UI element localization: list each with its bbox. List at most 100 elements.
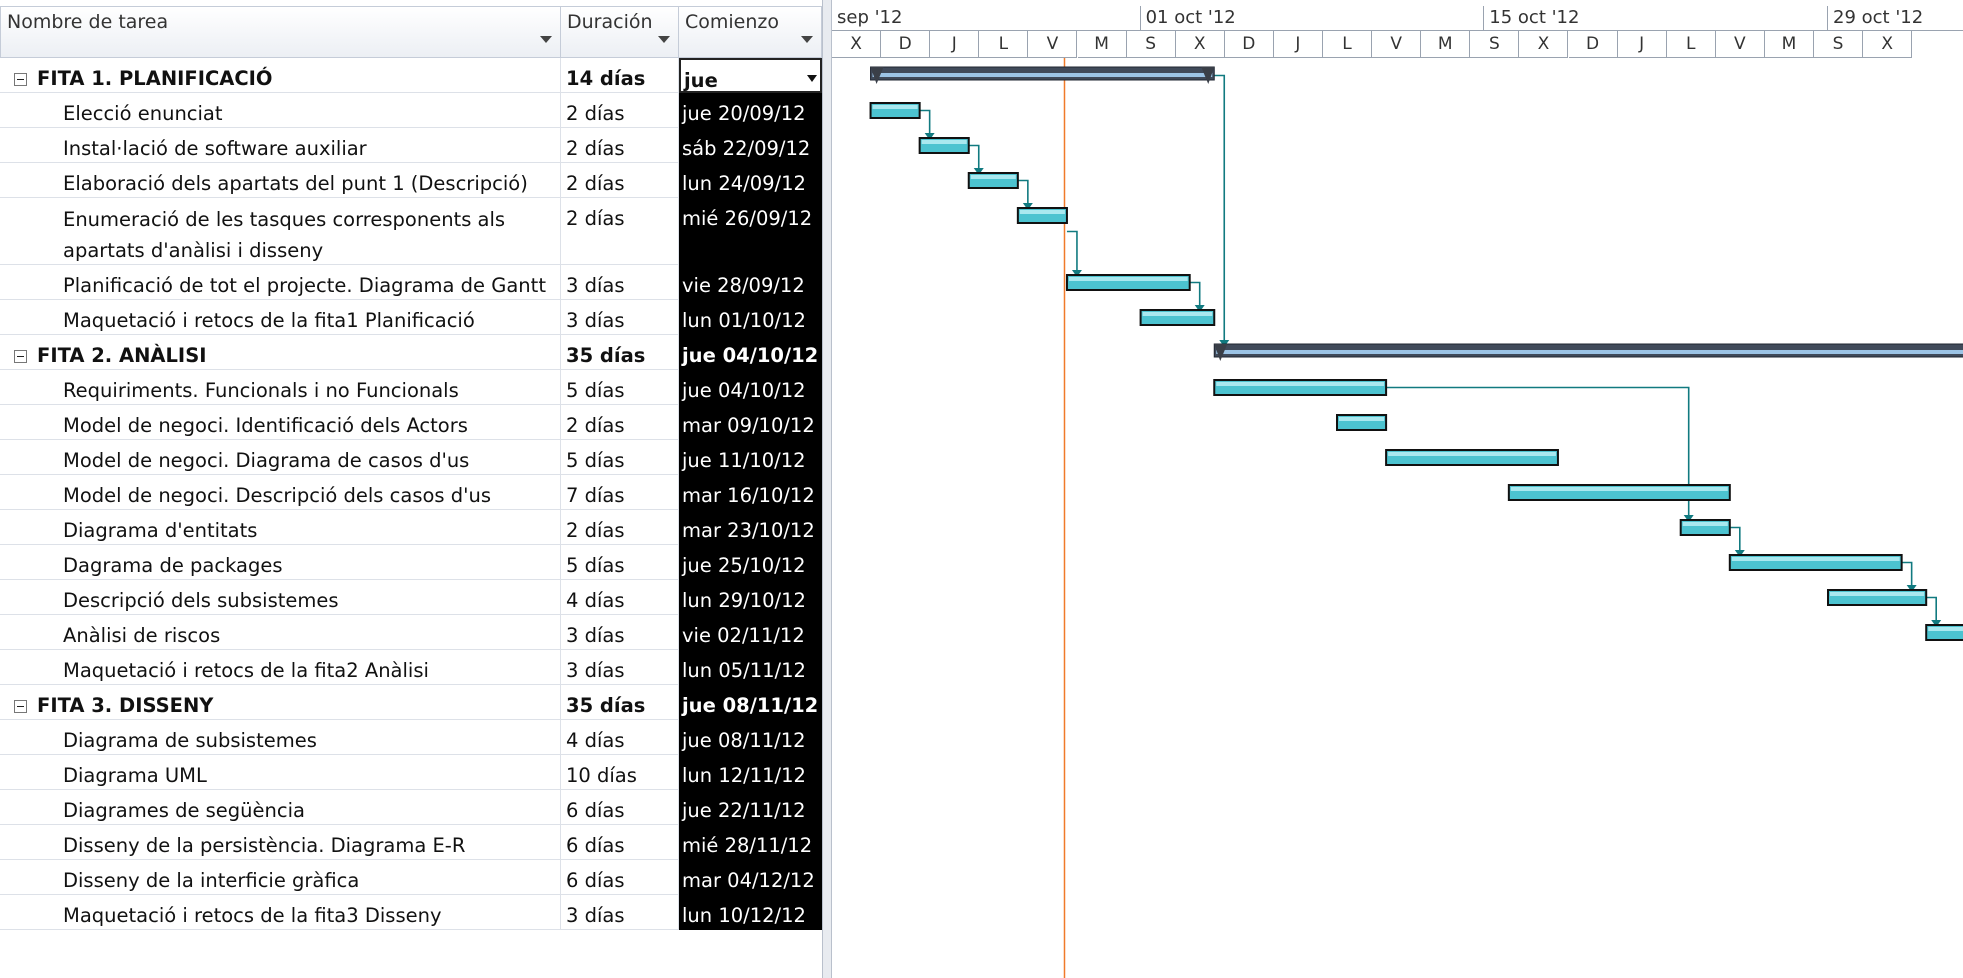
task-row[interactable]: Maquetació i retocs de la fita2 Anàlisi 3… [0,650,822,685]
start-date-cell[interactable]: jue 08/11/12 [679,720,822,755]
start-date-cell[interactable]: vie 02/11/12 [679,615,822,650]
task-row[interactable]: Enumeració de les tasques corresponents … [0,198,822,265]
task-name-cell[interactable]: Model de negoci. Descripció dels casos d… [0,475,561,510]
start-date-cell[interactable]: mié 28/11/12 [679,825,822,860]
task-row[interactable]: Diagrama UML 10 días lun 12/11/12 [0,755,822,790]
task-row[interactable]: Diagrama d'entitats 2 días mar 23/10/12 [0,510,822,545]
task-name-cell[interactable]: FITA 2. ANÀLISI [0,335,561,370]
task-row[interactable]: Maquetació i retocs de la fita3 Disseny 3… [0,895,822,930]
duration-cell[interactable]: 3 días [561,615,679,650]
task-bar-highlight[interactable] [1142,312,1213,316]
task-name-cell[interactable]: FITA 1. PLANIFICACIÓ [0,58,561,93]
start-date-cell[interactable]: sáb 22/09/12 [679,128,822,163]
task-row[interactable]: Anàlisi de riscos 3 días vie 02/11/12 [0,615,822,650]
task-bar-highlight[interactable] [1682,522,1728,526]
task-row[interactable]: Disseny de la persistència. Diagrama E-R… [0,825,822,860]
task-row[interactable]: Dagrama de packages 5 días jue 25/10/12 [0,545,822,580]
task-name-cell[interactable]: Disseny de la persistència. Diagrama E-R [0,825,561,860]
cell-dropdown-icon[interactable] [807,75,817,82]
task-name-cell[interactable]: Anàlisi de riscos [0,615,561,650]
duration-cell[interactable]: 35 días [561,685,679,720]
duration-cell[interactable]: 6 días [561,825,679,860]
duration-cell[interactable]: 2 días [561,198,679,265]
start-date-cell[interactable]: lun 05/11/12 [679,650,822,685]
task-row[interactable]: Model de negoci. Diagrama de casos d'us 5… [0,440,822,475]
task-name-cell[interactable]: Elecció enunciat [0,93,561,128]
start-date-cell[interactable]: mar 16/10/12 [679,475,822,510]
duration-cell[interactable]: 2 días [561,405,679,440]
summary-task-row[interactable]: FITA 2. ANÀLISI 35 días jue 04/10/12 [0,335,822,370]
duration-cell[interactable]: 5 días [561,545,679,580]
task-row[interactable]: Model de negoci. Identificació dels Acto… [0,405,822,440]
task-bar-highlight[interactable] [1928,627,1963,631]
task-name-cell[interactable]: Instal·lació de software auxiliar [0,128,561,163]
duration-cell[interactable]: 4 días [561,720,679,755]
task-bar-highlight[interactable] [1339,417,1385,421]
duration-cell[interactable]: 6 días [561,790,679,825]
duration-cell[interactable]: 14 días [561,58,679,93]
task-row[interactable]: Elaboració dels apartats del punt 1 (Des… [0,163,822,198]
start-date-cell[interactable]: mar 09/10/12 [679,405,822,440]
summary-task-row[interactable]: FITA 3. DISSENY 35 días jue 08/11/12 [0,685,822,720]
duration-cell[interactable]: 10 días [561,755,679,790]
duration-cell[interactable]: 3 días [561,265,679,300]
task-bar-highlight[interactable] [1019,210,1065,214]
start-date-cell[interactable]: jue 08/11/12 [679,685,822,720]
task-bar-highlight[interactable] [1830,592,1925,596]
task-row[interactable]: Descripció dels subsistemes 4 días lun 29/… [0,580,822,615]
task-bar-highlight[interactable] [1216,382,1385,386]
duration-cell[interactable]: 2 días [561,93,679,128]
duration-cell[interactable]: 6 días [561,860,679,895]
filter-dropdown-icon[interactable] [540,36,552,43]
duration-cell[interactable]: 3 días [561,895,679,930]
summary-bar-progress[interactable] [872,73,1213,77]
task-bar-highlight[interactable] [872,105,918,109]
start-date-cell[interactable]: jue 25/10/12 [679,545,822,580]
start-date-cell[interactable]: mié 26/09/12 [679,198,822,265]
summary-task-row[interactable]: FITA 1. PLANIFICACIÓ14 díasjue 20/09/12 [0,58,822,122]
task-name-cell[interactable]: Planificació de tot el projecte. Diagram… [0,265,561,300]
task-name-cell[interactable]: FITA 3. DISSENY [0,685,561,720]
start-date-cell[interactable]: jue 20/09/12 [679,58,822,122]
task-row[interactable]: Model de negoci. Descripció dels casos d… [0,475,822,510]
start-date-cell[interactable]: jue 04/10/12 [679,335,822,370]
gantt-canvas[interactable] [832,58,1963,978]
task-row[interactable]: Planificació de tot el projecte. Diagram… [0,265,822,300]
duration-cell[interactable]: 2 días [561,163,679,198]
task-bar-highlight[interactable] [970,175,1016,179]
duration-cell[interactable]: 3 días [561,650,679,685]
start-date-cell[interactable]: lun 24/09/12 [679,163,822,198]
duration-cell[interactable]: 2 días [561,128,679,163]
task-name-cell[interactable]: Enumeració de les tasques corresponents … [0,198,561,265]
task-bar-highlight[interactable] [921,140,967,144]
task-row[interactable]: Requiriments. Funcionals i no Funcionals… [0,370,822,405]
column-header-duration[interactable]: Duración [561,6,679,58]
task-name-cell[interactable]: Disseny de la interficie gràfica [0,860,561,895]
task-row[interactable]: Diagrames de següència 6 días jue 22/11/12 [0,790,822,825]
start-date-cell[interactable]: vie 28/09/12 [679,265,822,300]
filter-dropdown-icon[interactable] [658,36,670,43]
task-bar-highlight[interactable] [1068,277,1188,281]
task-bar-highlight[interactable] [1510,487,1728,491]
column-header-start[interactable]: Comienzo [679,6,822,58]
start-date-cell[interactable]: lun 01/10/12 [679,300,822,335]
start-date-cell[interactable]: jue 20/09/12 [679,93,822,128]
task-name-cell[interactable]: Model de negoci. Identificació dels Acto… [0,405,561,440]
task-name-cell[interactable]: Maquetació i retocs de la fita2 Anàlisi [0,650,561,685]
task-row[interactable]: Maquetació i retocs de la fita1 Planific… [0,300,822,335]
start-date-cell[interactable]: mar 23/10/12 [679,510,822,545]
duration-cell[interactable]: 5 días [561,440,679,475]
task-name-cell[interactable]: Diagrama d'entitats [0,510,561,545]
task-name-cell[interactable]: Elaboració dels apartats del punt 1 (Des… [0,163,561,198]
start-date-cell[interactable]: mar 04/12/12 [679,860,822,895]
task-name-cell[interactable]: Diagrama UML [0,755,561,790]
duration-cell[interactable]: 3 días [561,300,679,335]
task-name-cell[interactable]: Dagrama de packages [0,545,561,580]
gantt-chart[interactable] [832,58,1963,978]
start-date-cell[interactable]: lun 12/11/12 [679,755,822,790]
task-name-cell[interactable]: Requiriments. Funcionals i no Funcionals [0,370,561,405]
duration-cell[interactable]: 7 días [561,475,679,510]
task-name-cell[interactable]: Descripció dels subsistemes [0,580,561,615]
task-row[interactable]: Diagrama de subsistemes 4 días jue 08/11/1… [0,720,822,755]
task-bar-highlight[interactable] [1731,557,1900,561]
